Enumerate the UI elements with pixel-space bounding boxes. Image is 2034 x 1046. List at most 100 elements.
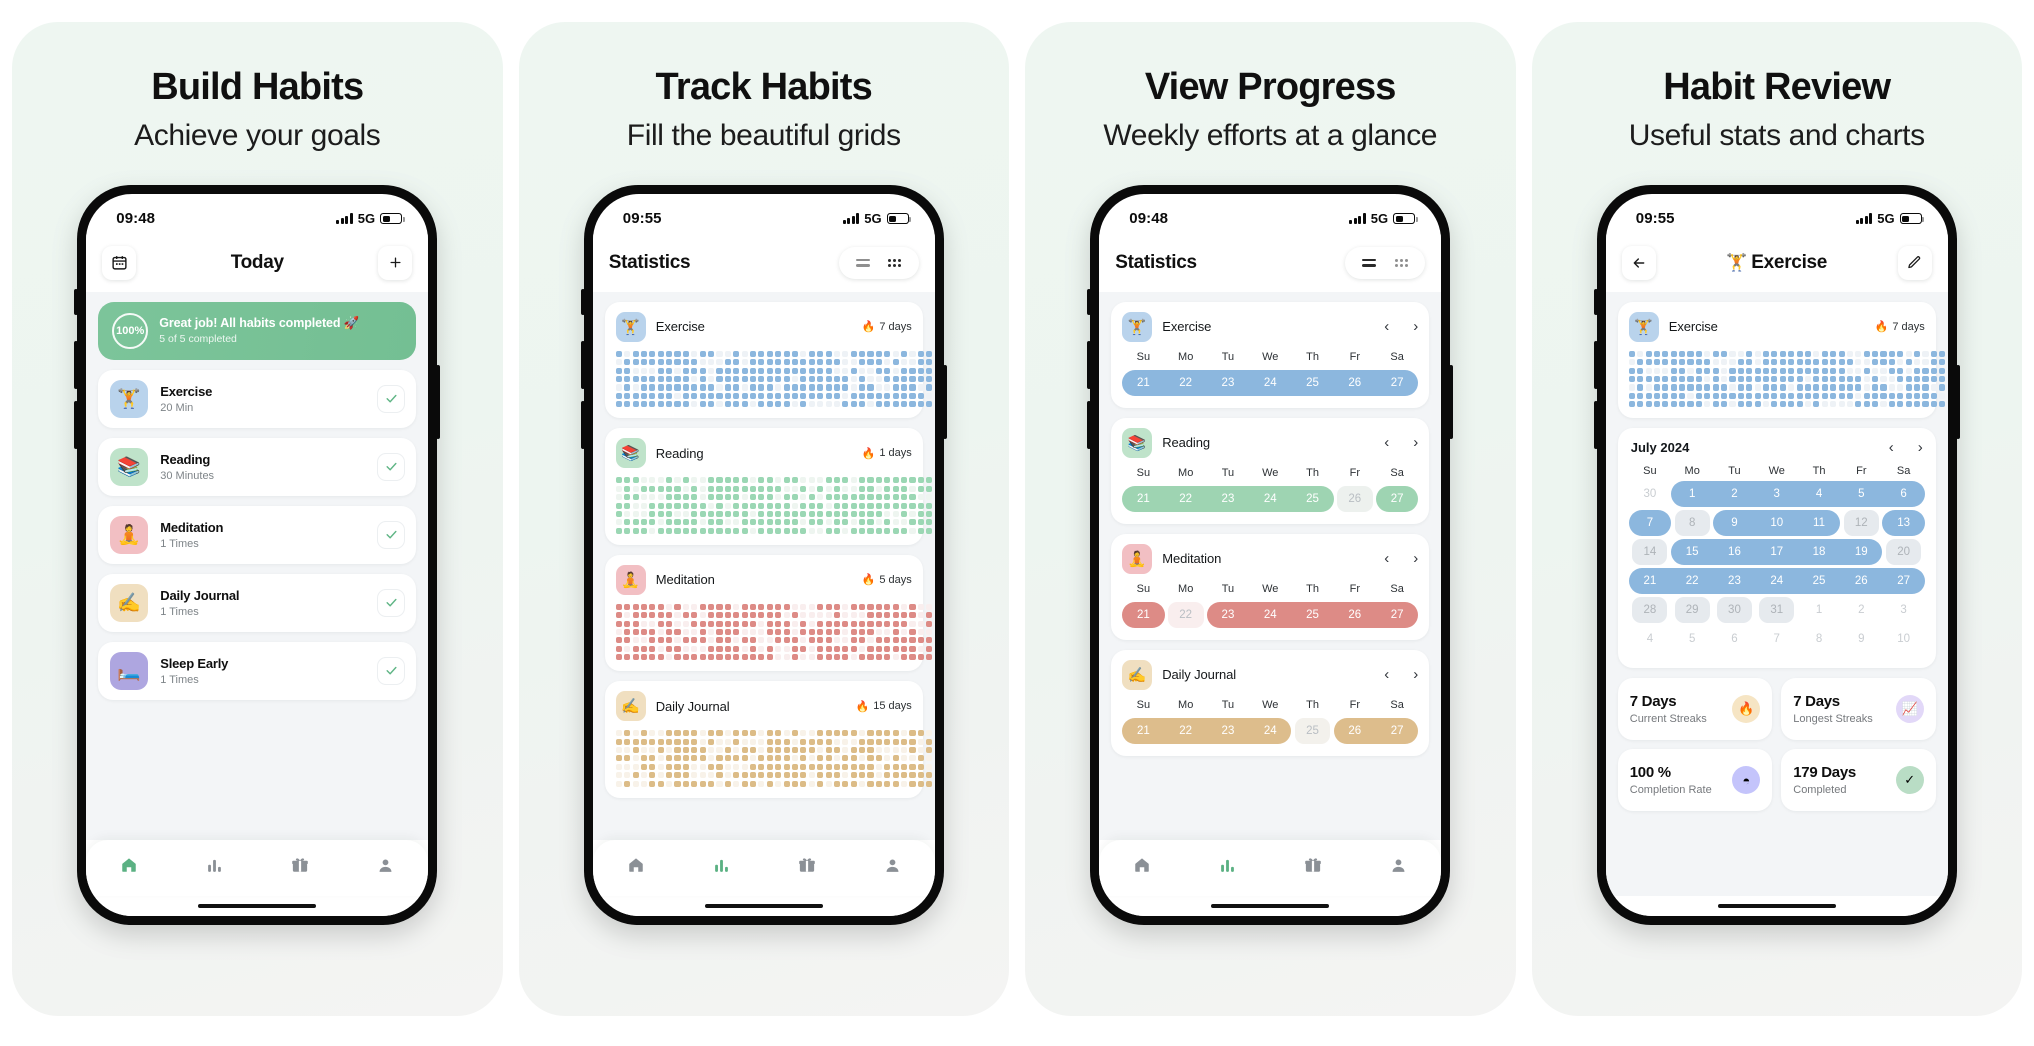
heatmap-cell[interactable] (859, 730, 866, 737)
calendar-day-cell[interactable]: 23 (1713, 575, 1755, 587)
heatmap-cell[interactable] (674, 392, 681, 399)
heatmap-cell[interactable] (775, 376, 782, 383)
heatmap-cell[interactable] (1880, 392, 1887, 399)
heatmap-cell[interactable] (817, 645, 824, 652)
calendar-day-cell[interactable]: 9 (1713, 517, 1755, 529)
heatmap-cell[interactable] (808, 519, 815, 526)
heatmap-cell[interactable] (615, 755, 622, 762)
heatmap-cell[interactable] (1779, 392, 1786, 399)
heatmap-cell[interactable] (741, 510, 748, 517)
power-button[interactable] (942, 364, 947, 439)
heatmap-cell[interactable] (867, 738, 874, 745)
heatmap-cell[interactable] (1746, 367, 1753, 374)
heatmap-cell[interactable] (708, 730, 715, 737)
heatmap-cell[interactable] (615, 620, 622, 627)
heatmap-cell[interactable] (666, 350, 673, 357)
heatmap-cell[interactable] (817, 510, 824, 517)
heatmap-cell[interactable] (716, 612, 723, 619)
home-indicator[interactable] (592, 895, 935, 916)
prev-week-button[interactable]: ‹ (1384, 435, 1389, 450)
heatmap-cell[interactable] (691, 637, 698, 644)
heatmap-cell[interactable] (783, 401, 790, 408)
day-cell[interactable]: 27 (1376, 609, 1418, 621)
heatmap-cell[interactable] (842, 367, 849, 374)
heatmap-cell[interactable] (733, 494, 740, 501)
heatmap-cell[interactable] (1855, 376, 1862, 383)
heatmap-cell[interactable] (817, 527, 824, 534)
heatmap-cell[interactable] (817, 738, 824, 745)
heatmap-cell[interactable] (1670, 367, 1677, 374)
heatmap-cell[interactable] (741, 628, 748, 636)
calendar-day-cell[interactable]: 5 (1840, 488, 1882, 500)
heatmap-cell[interactable] (750, 730, 757, 737)
heatmap-cell[interactable] (1754, 392, 1761, 399)
stat-tile[interactable]: 100 % Completion Rate ◓ (1617, 749, 1773, 812)
day-cell[interactable]: 22 (1165, 493, 1207, 505)
heatmap-cell[interactable] (833, 519, 840, 526)
heatmap-cell[interactable] (859, 502, 866, 509)
heatmap-cell[interactable] (640, 772, 648, 779)
heatmap-cell[interactable] (825, 645, 832, 652)
heatmap-cell[interactable] (733, 637, 740, 644)
next-month-button[interactable]: › (1918, 440, 1923, 455)
heatmap-cell[interactable] (783, 384, 790, 391)
list-view-icon[interactable] (1355, 250, 1383, 276)
heatmap-cell[interactable] (875, 780, 882, 787)
heatmap-cell[interactable] (1863, 401, 1870, 408)
heatmap-cell[interactable] (691, 384, 698, 391)
heatmap-cell[interactable] (1813, 350, 1820, 357)
heatmap-cell[interactable] (791, 628, 799, 636)
heatmap-cell[interactable] (917, 376, 924, 383)
heatmap-cell[interactable] (859, 494, 866, 501)
heatmap-cell[interactable] (640, 603, 648, 610)
heatmap-cell[interactable] (666, 603, 673, 610)
heatmap-cell[interactable] (632, 401, 639, 408)
heatmap-cell[interactable] (666, 502, 673, 509)
heatmap-cell[interactable] (766, 485, 773, 492)
heatmap-cell[interactable] (917, 620, 924, 627)
heatmap-cell[interactable] (808, 502, 815, 509)
heatmap-cell[interactable] (808, 780, 815, 787)
heatmap-cell[interactable] (615, 603, 622, 610)
heatmap-cell[interactable] (783, 603, 790, 610)
heatmap-cell[interactable] (649, 359, 656, 366)
heatmap-cell[interactable] (657, 510, 664, 517)
heatmap-cell[interactable] (884, 477, 891, 484)
heatmap-cell[interactable] (649, 384, 656, 391)
heatmap-cell[interactable] (708, 502, 715, 509)
heatmap-cell[interactable] (674, 645, 681, 652)
volume-down-button[interactable] (1593, 400, 1598, 449)
heatmap-cell[interactable] (791, 477, 799, 484)
heatmap-cell[interactable] (884, 392, 891, 399)
heatmap-cell[interactable] (1813, 384, 1820, 391)
next-week-button[interactable]: › (1413, 667, 1418, 682)
heatmap-cell[interactable] (741, 519, 748, 526)
heatmap-cell[interactable] (682, 780, 689, 787)
heatmap-cell[interactable] (1855, 384, 1862, 391)
heatmap-cell[interactable] (1939, 350, 1946, 357)
heatmap-cell[interactable] (632, 612, 639, 619)
heatmap-cell[interactable] (875, 738, 882, 745)
heatmap-cell[interactable] (649, 738, 656, 745)
heatmap-cell[interactable] (716, 527, 723, 534)
heatmap-cell[interactable] (884, 401, 891, 408)
heatmap-cell[interactable] (783, 502, 790, 509)
heatmap-cell[interactable] (901, 746, 908, 754)
heatmap-cell[interactable] (867, 485, 874, 492)
heatmap-cell[interactable] (842, 384, 849, 391)
heatmap-cell[interactable] (833, 384, 840, 391)
heatmap-cell[interactable] (632, 527, 639, 534)
heatmap-cell[interactable] (859, 645, 866, 652)
heatmap-cell[interactable] (791, 510, 799, 517)
heatmap-cell[interactable] (926, 738, 933, 745)
heatmap-cell[interactable] (766, 494, 773, 501)
heatmap-cell[interactable] (926, 620, 933, 627)
heatmap-cell[interactable] (640, 637, 648, 644)
heatmap-cell[interactable] (1796, 359, 1803, 366)
heatmap-cell[interactable] (775, 763, 782, 770)
heatmap-cell[interactable] (825, 738, 832, 745)
calendar-day-cell[interactable]: 5 (1671, 633, 1713, 645)
heatmap-cell[interactable] (766, 763, 773, 770)
habit-check-button[interactable] (378, 589, 405, 616)
heatmap-cell[interactable] (758, 738, 765, 745)
